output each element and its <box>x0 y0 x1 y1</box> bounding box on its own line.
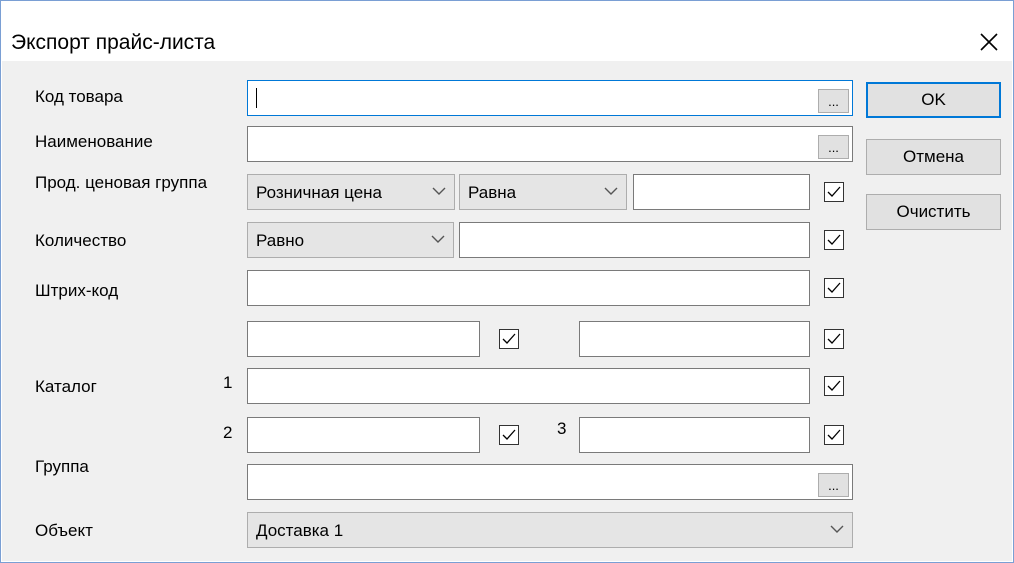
catalog-3-input[interactable] <box>579 417 810 453</box>
product-code-label: Код товара <box>35 87 123 106</box>
title-bar: Экспорт прайс-листа <box>1 1 1013 61</box>
name-browse-button[interactable]: ... <box>818 135 849 159</box>
price-type-select[interactable]: Розничная цена <box>247 174 455 210</box>
catalog-1-number: 1 <box>223 373 233 392</box>
price-checkbox[interactable] <box>824 182 844 202</box>
price-group-label: Прод. ценовая группа <box>35 173 208 192</box>
product-code-browse-button[interactable]: ... <box>818 89 849 113</box>
extra-field-1-checkbox[interactable] <box>499 329 519 349</box>
extra-field-2-checkbox[interactable] <box>824 329 844 349</box>
catalog-3-number: 3 <box>557 419 567 438</box>
name-label: Наименование <box>35 132 153 151</box>
group-label: Группа <box>35 457 89 476</box>
checkmark-icon <box>502 333 516 344</box>
chevron-down-icon <box>432 187 446 195</box>
checkmark-icon <box>827 282 841 293</box>
export-price-list-dialog: Экспорт прайс-листа Код товара ... Наиме… <box>0 0 1014 563</box>
chevron-down-icon <box>830 525 844 533</box>
close-icon <box>980 33 998 51</box>
chevron-down-icon <box>431 235 445 243</box>
extra-field-1-input[interactable] <box>247 321 480 357</box>
checkmark-icon <box>827 333 841 344</box>
text-caret <box>256 88 257 108</box>
checkmark-icon <box>827 380 841 391</box>
catalog-label: Каталог <box>35 377 97 396</box>
catalog-2-checkbox[interactable] <box>499 425 519 445</box>
checkmark-icon <box>827 186 841 197</box>
catalog-1-input[interactable] <box>247 368 810 404</box>
catalog-1-checkbox[interactable] <box>824 376 844 396</box>
quantity-condition-select[interactable]: Равно <box>247 222 454 258</box>
cancel-button[interactable]: Отмена <box>866 139 1001 175</box>
dialog-body: Код товара ... Наименование ... Прод. це… <box>2 61 1012 561</box>
quantity-label: Количество <box>35 231 127 250</box>
group-input[interactable]: ... <box>247 464 853 500</box>
quantity-value-input[interactable] <box>459 222 810 258</box>
checkmark-icon <box>827 234 841 245</box>
price-condition-value: Равна <box>468 183 517 202</box>
object-select[interactable]: Доставка 1 <box>247 512 853 548</box>
name-input[interactable]: ... <box>247 126 853 162</box>
checkmark-icon <box>502 429 516 440</box>
product-code-input[interactable]: ... <box>247 80 853 116</box>
group-browse-button[interactable]: ... <box>818 473 849 497</box>
object-label: Объект <box>35 521 93 540</box>
barcode-input[interactable] <box>247 270 810 306</box>
quantity-condition-value: Равно <box>256 231 305 250</box>
catalog-3-checkbox[interactable] <box>824 425 844 445</box>
quantity-checkbox[interactable] <box>824 230 844 250</box>
extra-field-2-input[interactable] <box>579 321 810 357</box>
window-title: Экспорт прайс-листа <box>11 31 216 54</box>
chevron-down-icon <box>604 187 618 195</box>
close-button[interactable] <box>967 23 1013 59</box>
checkmark-icon <box>827 429 841 440</box>
catalog-2-number: 2 <box>223 423 233 442</box>
catalog-2-input[interactable] <box>247 417 480 453</box>
object-value: Доставка 1 <box>256 521 344 540</box>
ok-button[interactable]: OK <box>866 82 1001 118</box>
price-type-value: Розничная цена <box>256 183 383 202</box>
barcode-checkbox[interactable] <box>824 278 844 298</box>
barcode-label: Штрих-код <box>35 281 119 300</box>
clear-button[interactable]: Очистить <box>866 194 1001 230</box>
price-value-input[interactable] <box>633 174 810 210</box>
price-condition-select[interactable]: Равна <box>459 174 627 210</box>
